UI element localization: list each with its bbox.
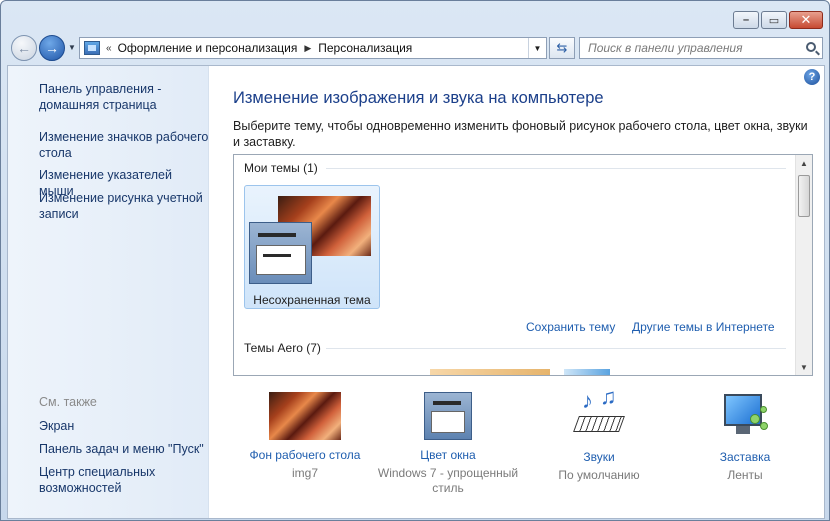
group-divider — [326, 348, 786, 349]
desktop-background-link[interactable]: Фон рабочего стола — [225, 448, 385, 462]
themes-scrollbar[interactable]: ▲ ▼ — [795, 155, 812, 375]
page-description: Выберите тему, чтобы одновременно измени… — [233, 119, 808, 149]
address-bar[interactable]: « Оформление и персонализация ▶ Персонал… — [79, 37, 547, 59]
window-color-link[interactable]: Цвет окна — [368, 448, 528, 462]
sidebar: Панель управления - домашняя страница Из… — [8, 66, 209, 518]
sidebar-item-desktop-icons[interactable]: Изменение значков рабочего стола — [39, 129, 209, 161]
preview-pane — [256, 245, 306, 275]
maximize-icon: ▭ — [768, 14, 780, 27]
address-dropdown-icon[interactable]: ▼ — [528, 38, 546, 58]
close-icon: ✕ — [800, 12, 812, 27]
sidebar-item-control-panel-home[interactable]: Панель управления - домашняя страница — [39, 81, 209, 113]
sounds-item[interactable]: ♪ ♫ Звуки По умолчанию — [519, 384, 679, 483]
window-color-icon — [424, 392, 472, 440]
screensaver-value: Ленты — [727, 468, 763, 482]
window-color-value: Windows 7 - упрощенный стиль — [377, 466, 519, 495]
help-icon[interactable]: ? — [804, 69, 820, 85]
refresh-icon: ⇆ — [556, 40, 568, 55]
group-divider — [326, 168, 786, 169]
see-also-taskbar[interactable]: Панель задач и меню "Пуск" — [39, 441, 209, 457]
control-panel-window: – ▭ ✕ ← → ▼ « Оформление и персонализаци… — [0, 0, 830, 521]
breadcrumb-appearance[interactable]: Оформление и персонализация — [118, 41, 298, 55]
see-also-ease-of-access[interactable]: Центр специальных возможностей — [39, 464, 209, 496]
theme-tile-unsaved[interactable]: Несохраненная тема — [244, 185, 380, 309]
sounds-icon: ♪ ♫ — [572, 384, 626, 442]
music-note-icon: ♪ — [582, 388, 593, 413]
desktop-background-item[interactable]: Фон рабочего стола img7 — [225, 392, 385, 481]
scroll-thumb[interactable] — [798, 175, 810, 217]
group-my-themes[interactable]: Мои темы (1) — [244, 161, 318, 175]
back-arrow-icon: ← — [17, 40, 31, 56]
close-button[interactable]: ✕ — [789, 11, 823, 29]
sounds-link[interactable]: Звуки — [519, 450, 679, 464]
control-panel-icon — [84, 41, 100, 55]
page-title: Изменение изображения и звука на компьют… — [233, 89, 604, 107]
aero-theme-preview[interactable] — [564, 369, 610, 375]
music-note-icon: ♫ — [600, 384, 617, 409]
see-also-heading: См. также — [39, 395, 97, 409]
bubble-shape — [760, 406, 767, 413]
aero-theme-preview[interactable] — [430, 369, 550, 375]
theme-window-preview — [249, 222, 312, 284]
caption-buttons: – ▭ ✕ — [733, 11, 823, 29]
screensaver-link[interactable]: Заставка — [665, 450, 825, 464]
bubble-shape — [760, 422, 768, 430]
keyboard-icon — [573, 416, 625, 432]
wallpaper-icon — [269, 392, 341, 440]
address-overflow-chevron[interactable]: « — [106, 43, 112, 54]
preview-text-line — [263, 254, 291, 257]
minimize-button[interactable]: – — [733, 11, 759, 29]
monitor-stand — [736, 426, 750, 434]
search-input[interactable] — [580, 41, 790, 55]
search-box — [579, 37, 823, 59]
preview-title-bar — [258, 233, 296, 237]
minimize-icon: – — [742, 14, 750, 26]
search-icon[interactable] — [806, 42, 816, 52]
main-pane: ? Изменение изображения и звука на компь… — [210, 66, 824, 518]
window-color-pane — [431, 411, 465, 433]
desktop-background-value: img7 — [291, 466, 318, 480]
save-theme-link[interactable]: Сохранить тему — [526, 320, 615, 334]
themes-list: Мои темы (1) Несохраненная тема Сохранит… — [233, 154, 813, 376]
navigation-bar: ← → ▼ « Оформление и персонализация ▶ Пе… — [7, 33, 825, 63]
sounds-value: По умолчанию — [558, 468, 640, 482]
scroll-down-icon[interactable]: ▼ — [796, 359, 812, 375]
group-aero-themes[interactable]: Темы Aero (7) — [244, 341, 321, 355]
forward-arrow-icon: → — [45, 40, 59, 56]
online-themes-link[interactable]: Другие темы в Интернете — [632, 320, 775, 334]
sidebar-item-account-picture[interactable]: Изменение рисунка учетной записи — [39, 190, 209, 222]
screensaver-icon — [720, 392, 770, 442]
back-button[interactable]: ← — [11, 35, 37, 61]
recent-pages-dropdown[interactable]: ▼ — [68, 43, 76, 52]
breadcrumb-personalization[interactable]: Персонализация — [318, 41, 412, 55]
scroll-up-icon[interactable]: ▲ — [796, 155, 812, 171]
bubble-shape — [750, 414, 760, 424]
window-color-title-bar — [433, 401, 461, 405]
forward-button[interactable]: → — [39, 35, 65, 61]
content-area: Панель управления - домашняя страница Из… — [7, 65, 825, 519]
refresh-button[interactable]: ⇆ — [549, 37, 575, 59]
see-also-display[interactable]: Экран — [39, 418, 209, 434]
screensaver-item[interactable]: Заставка Ленты — [665, 392, 825, 483]
maximize-button[interactable]: ▭ — [761, 11, 787, 29]
theme-tile-label: Несохраненная тема — [253, 293, 371, 307]
breadcrumb-separator-icon[interactable]: ▶ — [304, 43, 311, 54]
window-color-item[interactable]: Цвет окна Windows 7 - упрощенный стиль — [368, 392, 528, 496]
